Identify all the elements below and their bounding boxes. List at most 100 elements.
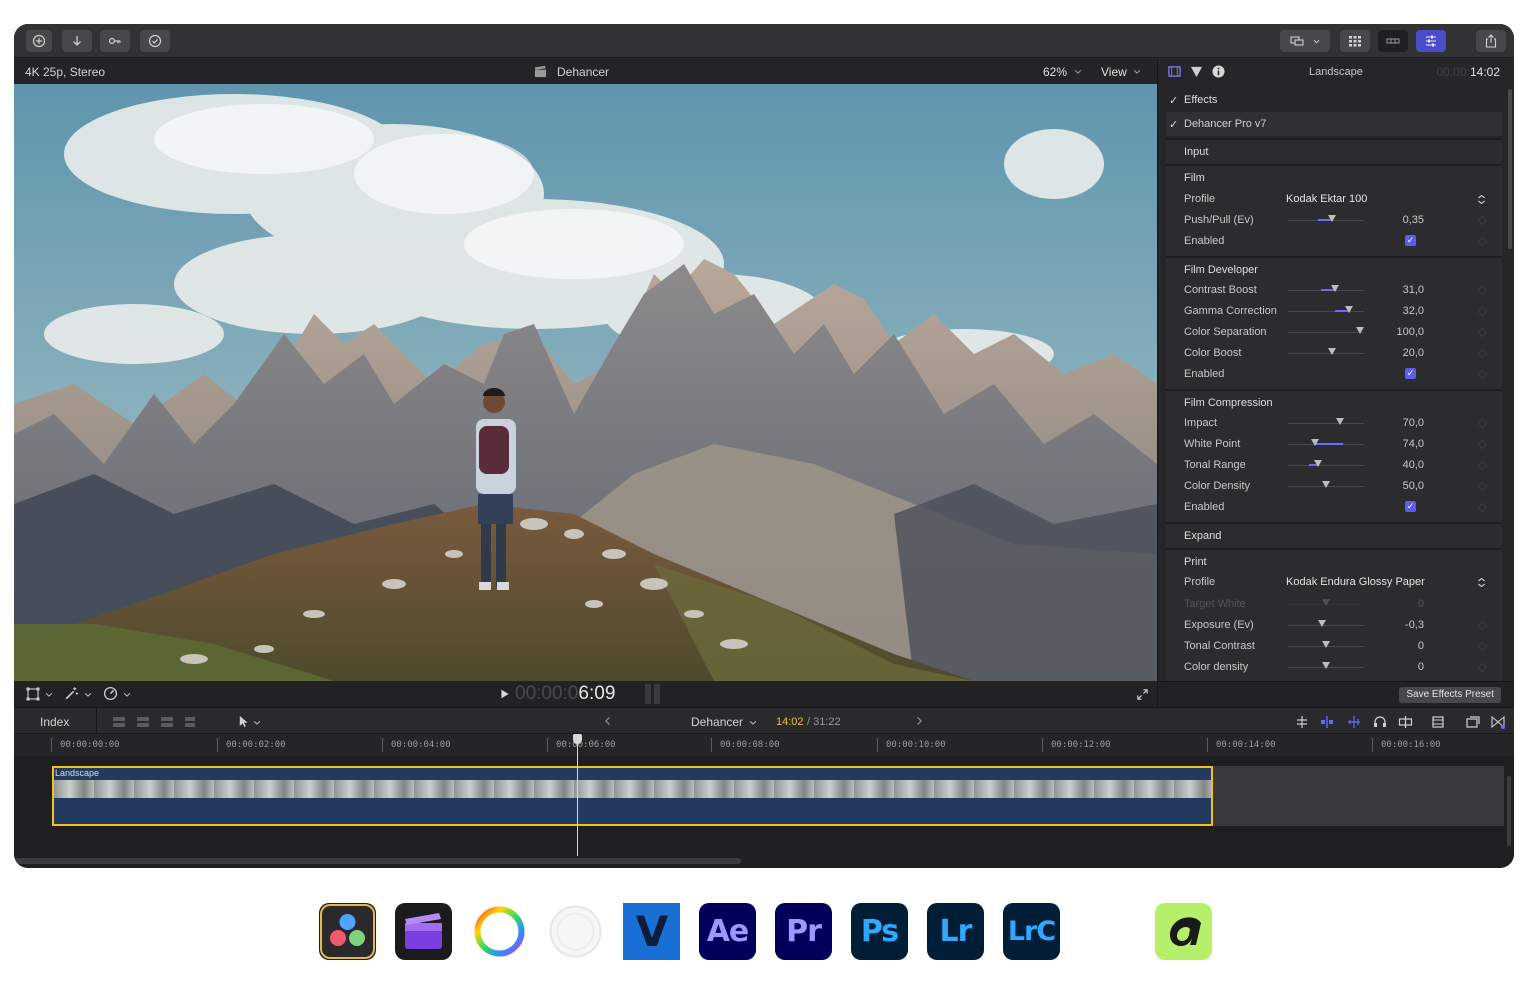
- param-slider[interactable]: [1288, 348, 1364, 355]
- audio-skimming-icon[interactable]: [1347, 715, 1361, 729]
- final-cut-pro-icon[interactable]: [395, 903, 452, 960]
- compression-enabled-checkbox[interactable]: ✓: [1405, 501, 1416, 512]
- snapping-icon[interactable]: [1320, 715, 1334, 729]
- updown-chevron-icon[interactable]: [1476, 576, 1487, 589]
- param-row[interactable]: Color Density 50,0: [1166, 476, 1502, 497]
- effects-browser-icon[interactable]: [1491, 715, 1505, 729]
- plugin-row[interactable]: ✓ Dehancer Pro v7: [1166, 112, 1502, 136]
- keyframe-icon[interactable]: [1477, 369, 1488, 380]
- fullscreen-icon[interactable]: [1136, 688, 1149, 701]
- param-row[interactable]: Impact 70,0: [1166, 413, 1502, 434]
- view-menu[interactable]: View: [1101, 65, 1127, 79]
- param-row[interactable]: Exposure (Ev) -0,3: [1166, 615, 1502, 636]
- slider-thumb[interactable]: [1344, 306, 1353, 313]
- affinity-icon[interactable]: [1155, 903, 1212, 960]
- slider-thumb[interactable]: [1318, 620, 1327, 627]
- color-inspector-icon[interactable]: [1190, 65, 1203, 78]
- browser-grid-icon[interactable]: [1340, 30, 1370, 52]
- keyframe-icon[interactable]: [1477, 348, 1488, 359]
- workspace-menu[interactable]: [1280, 30, 1330, 52]
- keyframe-icon[interactable]: [1477, 439, 1488, 450]
- timeline-tracks[interactable]: Landscape: [14, 734, 1514, 868]
- param-slider[interactable]: [1288, 641, 1364, 648]
- after-effects-icon[interactable]: Ae: [699, 903, 756, 960]
- video-inspector-icon[interactable]: [1168, 65, 1181, 78]
- param-slider[interactable]: [1288, 306, 1364, 313]
- inspector-scrollbar[interactable]: [1508, 89, 1512, 249]
- param-slider[interactable]: [1288, 418, 1364, 425]
- inspector-toggle-icon[interactable]: [1416, 30, 1446, 52]
- timeline-clip[interactable]: Landscape: [52, 766, 1213, 826]
- slider-thumb[interactable]: [1322, 481, 1330, 488]
- param-row[interactable]: Contrast Boost 31,0: [1166, 280, 1502, 301]
- dehancer-badge-icon[interactable]: [547, 903, 604, 960]
- keyframe-icon[interactable]: [1477, 641, 1488, 652]
- updown-chevron-icon[interactable]: [1476, 193, 1487, 206]
- param-value[interactable]: 70,0: [1364, 417, 1424, 429]
- premiere-pro-icon[interactable]: Pr: [775, 903, 832, 960]
- index-button[interactable]: Index: [40, 715, 69, 729]
- param-slider[interactable]: [1288, 439, 1364, 446]
- section-print[interactable]: Print: [1166, 550, 1502, 574]
- timeline-vscrollbar[interactable]: [1507, 776, 1511, 846]
- chevron-down-icon[interactable]: [1133, 68, 1141, 76]
- window-icon[interactable]: [1466, 715, 1480, 729]
- chevron-down-icon[interactable]: [123, 691, 131, 699]
- slider-thumb[interactable]: [1331, 285, 1340, 292]
- slider-thumb[interactable]: [1328, 348, 1337, 355]
- param-value[interactable]: 74,0: [1364, 438, 1424, 450]
- section-input[interactable]: Input: [1166, 140, 1502, 164]
- slider-thumb[interactable]: [1328, 215, 1337, 222]
- param-value[interactable]: 0,35: [1364, 214, 1424, 226]
- keyframe-icon[interactable]: [1477, 285, 1488, 296]
- slider-thumb[interactable]: [1335, 418, 1344, 425]
- param-row[interactable]: Color Boost 20,0: [1166, 343, 1502, 364]
- keyframe-icon[interactable]: [1477, 236, 1488, 247]
- param-slider[interactable]: [1288, 662, 1364, 669]
- param-row[interactable]: White Point 74,0: [1166, 434, 1502, 455]
- effects-row[interactable]: ✓ Effects: [1166, 88, 1502, 112]
- keyframe-icon[interactable]: [1477, 502, 1488, 513]
- film-enabled-row[interactable]: Enabled ✓: [1166, 231, 1502, 252]
- keyframe-icon[interactable]: [1477, 481, 1488, 492]
- keyframe-icon[interactable]: [1477, 327, 1488, 338]
- arrow-tool-icon[interactable]: [237, 715, 250, 728]
- color-wheel-icon[interactable]: [471, 903, 528, 960]
- lightroom-icon[interactable]: Lr: [927, 903, 984, 960]
- playhead[interactable]: [577, 734, 578, 856]
- keyframe-icon[interactable]: [1477, 306, 1488, 317]
- chevron-down-icon[interactable]: [1074, 68, 1082, 76]
- film-strip-icon[interactable]: [1431, 715, 1445, 729]
- param-row[interactable]: Push/Pull (Ev) 0,35: [1166, 210, 1502, 231]
- timecode-display[interactable]: 00:00:06:09: [515, 683, 615, 705]
- solo-icon[interactable]: [1398, 715, 1413, 729]
- section-film-compression[interactable]: Film Compression: [1166, 391, 1502, 415]
- chevron-down-icon[interactable]: [253, 719, 261, 727]
- import-icon[interactable]: [26, 30, 52, 52]
- chevron-down-icon[interactable]: [749, 719, 757, 727]
- forward-arrow-icon[interactable]: [914, 716, 924, 726]
- slider-thumb[interactable]: [1356, 327, 1365, 334]
- edit-mode-icons[interactable]: [107, 715, 215, 729]
- keyframe-icon[interactable]: [1477, 215, 1488, 226]
- param-row[interactable]: Color Separation 100,0: [1166, 322, 1502, 343]
- keyframe-icon[interactable]: [1477, 460, 1488, 471]
- param-value[interactable]: 20,0: [1364, 347, 1424, 359]
- save-effects-preset-button[interactable]: Save Effects Preset: [1399, 687, 1501, 703]
- magic-wand-icon[interactable]: [64, 686, 79, 701]
- share-icon[interactable]: [1476, 30, 1506, 52]
- film-profile-select[interactable]: Kodak Ektar 100: [1286, 193, 1367, 205]
- print-profile-select[interactable]: Kodak Endura Glossy Paper: [1286, 576, 1425, 588]
- film-enabled-checkbox[interactable]: ✓: [1405, 235, 1416, 246]
- plugin-checkbox[interactable]: ✓: [1169, 118, 1178, 131]
- param-value[interactable]: 50,0: [1364, 480, 1424, 492]
- section-film-developer[interactable]: Film Developer: [1166, 258, 1502, 282]
- param-value[interactable]: 0: [1364, 640, 1424, 652]
- param-value[interactable]: 0: [1364, 661, 1424, 673]
- param-value[interactable]: -0,3: [1364, 619, 1424, 631]
- timeline-ruler[interactable]: 00:00:00:00 00:00:02:00 00:00:04:00 00:0…: [14, 734, 1514, 756]
- slider-thumb[interactable]: [1322, 641, 1330, 648]
- param-value[interactable]: 32,0: [1364, 305, 1424, 317]
- param-row[interactable]: Tonal Range 40,0: [1166, 455, 1502, 476]
- play-icon[interactable]: [500, 689, 510, 699]
